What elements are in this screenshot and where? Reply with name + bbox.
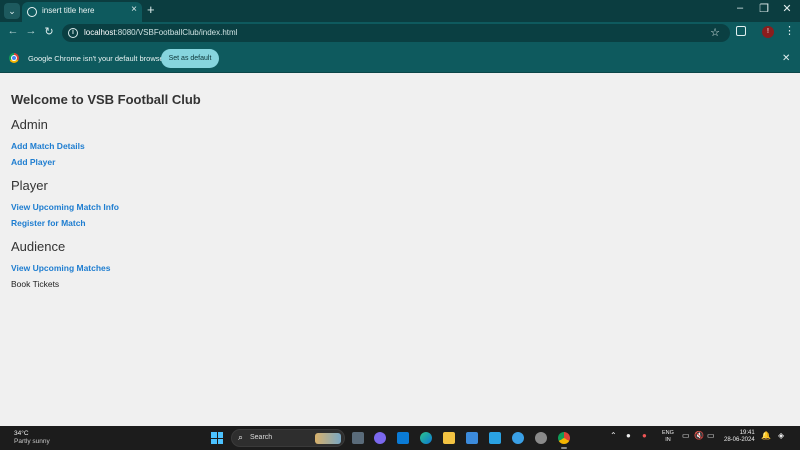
profile-avatar[interactable]: !: [762, 26, 774, 38]
file-explorer-icon[interactable]: [443, 432, 455, 444]
weather-temp[interactable]: 34°C: [14, 430, 29, 437]
tab-search-icon[interactable]: ⌄: [4, 3, 20, 19]
edge-icon[interactable]: [420, 432, 432, 444]
close-window-button[interactable]: ✕: [777, 2, 797, 15]
site-info-icon[interactable]: i: [68, 28, 78, 38]
close-infobar-icon[interactable]: ✕: [782, 53, 790, 64]
globe-icon: [27, 7, 37, 17]
battery-icon[interactable]: ▭: [707, 431, 715, 440]
view-upcoming-match-info-link[interactable]: View Upcoming Match Info: [11, 202, 201, 212]
register-for-match-link[interactable]: Register for Match: [11, 218, 201, 228]
maximize-button[interactable]: ❐: [754, 2, 774, 15]
store-icon[interactable]: [466, 432, 478, 444]
url-text[interactable]: localhost:8080/VSBFootballClub/index.htm…: [84, 28, 237, 37]
close-tab-icon[interactable]: ×: [131, 4, 137, 15]
browser-toolbar: ← → ↻ i localhost:8080/VSBFootballClub/i…: [0, 22, 800, 44]
extensions-icon[interactable]: [736, 26, 746, 36]
app-icon-blue[interactable]: [512, 432, 524, 444]
windows-taskbar: 34°C Partly sunny ⌕ Search ⌃ ● ● ENG IN …: [0, 426, 800, 450]
back-icon[interactable]: ←: [6, 25, 20, 37]
tray-app-red-icon[interactable]: ●: [642, 431, 647, 440]
wifi-icon[interactable]: ▭: [682, 431, 690, 440]
forward-icon[interactable]: →: [24, 25, 38, 37]
task-view-icon[interactable]: [352, 432, 364, 444]
set-as-default-button[interactable]: Set as default: [161, 49, 219, 68]
address-bar[interactable]: i localhost:8080/VSBFootballClub/index.h…: [62, 24, 730, 42]
minimize-button[interactable]: –: [730, 2, 750, 14]
weather-desc[interactable]: Partly sunny: [14, 438, 50, 445]
search-icon: ⌕: [238, 432, 244, 442]
tray-chevron-icon[interactable]: ⌃: [610, 431, 617, 440]
taskbar-search-label: Search: [250, 434, 273, 441]
copilot-icon[interactable]: ◈: [778, 431, 784, 440]
new-tab-button[interactable]: +: [147, 2, 155, 17]
windows-start-icon[interactable]: [211, 432, 223, 444]
section-heading-admin: Admin: [11, 117, 48, 132]
page-title: Welcome to VSB Football Club: [11, 92, 201, 107]
active-app-indicator: [561, 447, 567, 449]
settings-gear-icon[interactable]: [535, 432, 547, 444]
bookmark-star-icon[interactable]: ☆: [710, 26, 720, 39]
search-highlight-icon: [315, 433, 341, 444]
section-heading-player: Player: [11, 178, 48, 193]
speaker-icon[interactable]: 🔇: [694, 431, 704, 440]
add-player-link[interactable]: Add Player: [11, 157, 201, 167]
kebab-menu-icon[interactable]: ⋮: [784, 24, 795, 37]
view-upcoming-matches-link[interactable]: View Upcoming Matches: [11, 263, 201, 273]
default-browser-infobar: Google Chrome isn't your default browser…: [0, 44, 800, 73]
page-content: Welcome to VSB Football Club Admin Add M…: [11, 92, 201, 289]
tab-strip: ⌄ insert title here × + – ❐ ✕: [0, 0, 800, 22]
mail-icon[interactable]: [489, 432, 501, 444]
tray-app-icon[interactable]: ●: [626, 431, 631, 440]
language-indicator[interactable]: ENG IN: [662, 430, 674, 444]
teams-icon[interactable]: [374, 432, 386, 444]
vscode-icon[interactable]: [397, 432, 409, 444]
notification-bell-icon[interactable]: 🔔: [761, 431, 771, 440]
infobar-message: Google Chrome isn't your default browser: [28, 54, 167, 63]
section-heading-audience: Audience: [11, 239, 66, 254]
add-match-details-link[interactable]: Add Match Details: [11, 141, 201, 151]
tab-active[interactable]: insert title here ×: [22, 2, 142, 22]
reload-icon[interactable]: ↻: [42, 25, 56, 38]
taskbar-search[interactable]: ⌕ Search: [231, 429, 345, 447]
chrome-logo-icon: [9, 53, 19, 63]
system-clock[interactable]: 19:41 28-06-2024: [724, 430, 755, 444]
tab-title: insert title here: [42, 6, 95, 15]
book-tickets-text: Book Tickets: [11, 279, 60, 289]
chrome-taskbar-icon[interactable]: [558, 432, 570, 444]
